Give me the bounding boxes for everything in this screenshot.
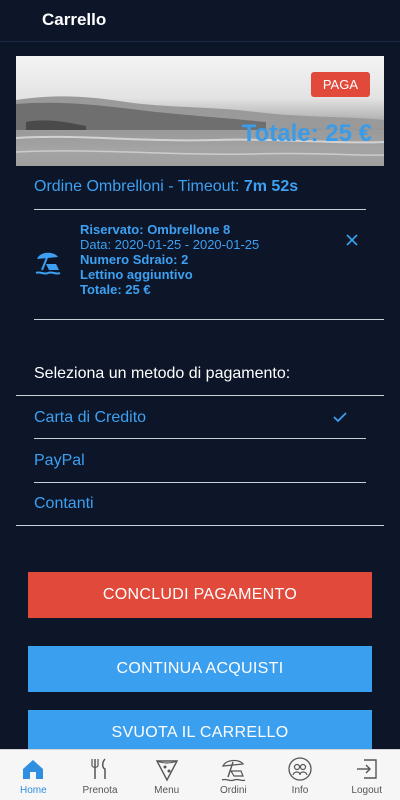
bottom-tab-bar: Home Prenota Menu Ordini Info Logout [0, 749, 400, 800]
reservation-details: Riservato: Ombrellone 8 Data: 2020-01-25… [80, 222, 259, 297]
tab-label: Ordini [220, 785, 247, 796]
payment-option-paypal[interactable]: PayPal [34, 452, 85, 470]
logout-icon [356, 759, 377, 779]
tab-logout[interactable]: Logout [333, 750, 400, 800]
payment-option-credit-card[interactable]: Carta di Credito [34, 409, 146, 427]
tab-label: Prenota [82, 785, 118, 796]
divider [34, 438, 366, 439]
tab-label: Info [291, 785, 309, 796]
beach-umbrella-icon [35, 252, 61, 275]
home-icon [23, 760, 44, 779]
cart-hero-banner: PAGA Totale: 25 € [16, 56, 384, 166]
continue-shopping-button[interactable]: CONTINUA ACQUISTI [28, 646, 372, 692]
tab-ordini[interactable]: Ordini [200, 750, 267, 800]
order-timeout: 7m 52s [243, 178, 299, 195]
page-title: Carrello [42, 10, 107, 29]
reservation-extra: Lettino aggiuntivo [80, 267, 193, 282]
payment-option-cash[interactable]: Contanti [34, 495, 94, 513]
tab-menu[interactable]: Menu [133, 750, 200, 800]
divider [34, 209, 366, 210]
reservation-total: Totale: 25 € [80, 282, 151, 297]
tab-label: Menu [154, 785, 180, 796]
reservation-item: Riservato: Ombrellone 8 [80, 222, 231, 237]
reservation-chairs: Numero Sdraio: 2 [80, 252, 189, 267]
tab-label: Home [19, 785, 47, 796]
tab-prenota[interactable]: Prenota [67, 750, 134, 800]
divider [34, 482, 366, 483]
tab-label: Logout [351, 785, 382, 796]
hero-total: Totale: 25 € [241, 120, 372, 147]
divider [16, 525, 384, 526]
payment-method-title: Seleziona un metodo di pagamento: [34, 365, 291, 382]
cutlery-icon [91, 758, 106, 779]
pay-button[interactable]: PAGA [310, 72, 370, 97]
order-title: Ordine Ombrelloni - Timeout: 7m 52s [34, 178, 298, 196]
tab-info[interactable]: Info [267, 750, 334, 800]
conclude-payment-button[interactable]: CONCLUDI PAGAMENTO [28, 572, 372, 618]
order-title-prefix: Ordine Ombrelloni - Timeout: [34, 178, 244, 195]
beach-umbrella-icon [222, 759, 246, 782]
checkmark-icon [333, 412, 347, 423]
pizza-icon [155, 760, 178, 782]
reservation-dates: Data: 2020-01-25 - 2020-01-25 [80, 237, 260, 252]
divider [34, 319, 384, 320]
app-header: Carrello [0, 0, 400, 42]
divider [16, 395, 384, 396]
close-icon[interactable] [344, 232, 360, 248]
tab-home[interactable]: Home [0, 750, 67, 800]
people-icon [288, 757, 312, 781]
